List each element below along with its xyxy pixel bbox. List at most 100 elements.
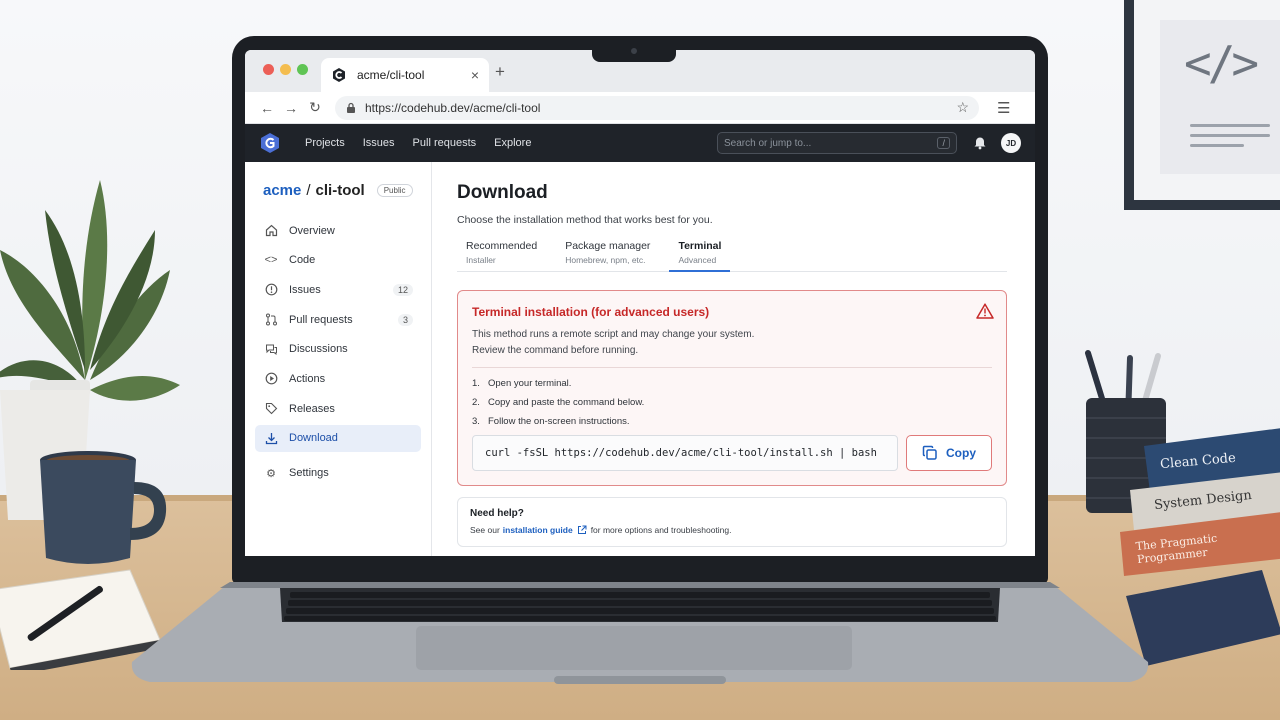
sidebar-item-label: Issues xyxy=(289,283,321,296)
sidebar-item-label: Overview xyxy=(289,224,335,237)
search-shortcut-key: / xyxy=(937,137,950,149)
pull-requests-count-badge: 3 xyxy=(397,313,413,326)
sidebar-item-label: Releases xyxy=(289,402,335,415)
play-icon xyxy=(263,371,279,387)
tab-recommended[interactable]: Recommended Installer xyxy=(457,240,546,271)
sidebar-item-issues[interactable]: Issues 12 xyxy=(255,276,421,303)
codehub-logo-icon[interactable] xyxy=(259,132,281,154)
main-content: Download Choose the installation method … xyxy=(432,162,1035,556)
copy-button-label: Copy xyxy=(946,446,976,460)
tab-package-manager[interactable]: Package manager Homebrew, npm, etc. xyxy=(556,240,659,271)
sidebar-item-settings[interactable]: ⚙ Settings xyxy=(255,460,421,487)
sidebar-item-label: Download xyxy=(289,432,338,445)
repo-separator: / xyxy=(306,182,311,199)
nav-explore[interactable]: Explore xyxy=(494,137,531,149)
coffee-mug xyxy=(40,451,167,564)
browser-menu-icon[interactable]: ☰ xyxy=(997,99,1010,117)
repo-sidebar: acme / cli-tool Public Overview <> Code … xyxy=(245,162,432,556)
frame-code-symbol: </> xyxy=(1184,36,1259,90)
browser-toolbar: ← → ↻ https://codehub.dev/acme/cli-tool … xyxy=(245,92,1035,124)
sidebar-item-pull-requests[interactable]: Pull requests 3 xyxy=(255,306,421,333)
tab-sublabel: Installer xyxy=(466,255,496,265)
help-suffix: for more options and troubleshooting. xyxy=(590,525,732,535)
sidebar-item-label: Discussions xyxy=(289,343,348,356)
download-icon xyxy=(263,430,279,446)
help-card: Need help? See our installation guide fo… xyxy=(457,497,1007,547)
maximize-window-dot[interactable] xyxy=(297,64,308,75)
forward-arrow-icon[interactable]: → xyxy=(279,100,303,116)
sidebar-item-download[interactable]: Download xyxy=(255,424,421,452)
sidebar-item-code[interactable]: <> Code xyxy=(255,247,421,274)
tab-label: Terminal xyxy=(678,240,722,252)
tab-label: Recommended xyxy=(466,240,538,252)
close-tab-icon[interactable]: × xyxy=(471,67,479,83)
sidebar-item-label: Code xyxy=(289,254,316,267)
install-steps: 1. Open your terminal. 2. Copy and paste t… xyxy=(472,378,992,427)
warning-triangle-icon xyxy=(976,303,994,319)
address-bar[interactable]: https://codehub.dev/acme/cli-tool ☆ xyxy=(335,95,979,120)
install-method-tabs: Recommended Installer Package manager Ho… xyxy=(457,240,1007,272)
warning-title: Terminal installation (for advanced user… xyxy=(472,305,710,319)
reload-icon[interactable]: ↻ xyxy=(303,99,327,116)
tag-icon xyxy=(263,401,279,417)
home-icon xyxy=(263,223,279,239)
app-header: Projects Issues Pull requests Explore Se… xyxy=(245,124,1035,162)
tab-sublabel: Homebrew, npm, etc. xyxy=(565,255,646,265)
back-arrow-icon[interactable]: ← xyxy=(255,100,279,116)
laptop-screen: acme/cli-tool × + ← → ↻ https://codehub.… xyxy=(245,50,1035,556)
notification-bell-icon[interactable] xyxy=(973,136,987,150)
nav-pull-requests[interactable]: Pull requests xyxy=(413,137,477,149)
visibility-badge: Public xyxy=(376,184,413,197)
bookmark-star-icon[interactable]: ☆ xyxy=(956,99,969,116)
laptop-keyboard-base xyxy=(131,582,1149,684)
discussion-icon xyxy=(263,341,279,357)
help-text: See our installation guide for more opti… xyxy=(470,525,994,535)
warning-divider xyxy=(472,367,992,368)
tab-terminal[interactable]: Terminal Advanced xyxy=(669,240,731,272)
repo-title: acme / cli-tool Public xyxy=(255,182,421,199)
warning-description-line: Review the command before running. xyxy=(472,345,639,356)
sidebar-item-discussions[interactable]: Discussions xyxy=(255,336,421,363)
page-title: Download xyxy=(457,182,548,203)
lock-icon xyxy=(347,102,355,113)
browser-tab[interactable]: acme/cli-tool × xyxy=(321,58,489,92)
codehub-favicon-icon xyxy=(333,68,345,82)
warning-description-line: This method runs a remote script and may… xyxy=(472,329,755,340)
sidebar-item-releases[interactable]: Releases xyxy=(255,395,421,422)
issue-icon xyxy=(263,282,279,298)
close-window-dot[interactable] xyxy=(263,64,274,75)
code-icon: <> xyxy=(264,254,278,267)
install-command-field[interactable]: curl -fsSL https://codehub.dev/acme/cli-… xyxy=(472,435,898,471)
repo-name-link[interactable]: cli-tool xyxy=(316,182,365,199)
browser-tab-title: acme/cli-tool xyxy=(357,68,425,82)
help-title: Need help? xyxy=(470,508,524,519)
minimize-window-dot[interactable] xyxy=(280,64,291,75)
url-text: https://codehub.dev/acme/cli-tool xyxy=(365,100,541,115)
sidebar-item-actions[interactable]: Actions xyxy=(255,365,421,392)
external-link-icon xyxy=(577,525,587,534)
wall-frame: </> xyxy=(1124,0,1280,210)
search-input[interactable]: Search or jump to... / xyxy=(717,132,957,154)
install-step: 1. Open your terminal. xyxy=(472,378,572,389)
nav-projects[interactable]: Projects xyxy=(305,137,345,149)
gear-icon: ⚙ xyxy=(266,467,276,480)
sidebar-item-label: Settings xyxy=(289,467,329,480)
install-step: 3. Follow the on-screen instructions. xyxy=(472,416,630,427)
user-avatar[interactable]: JD xyxy=(1001,133,1021,153)
new-tab-button[interactable]: + xyxy=(495,62,505,82)
search-placeholder: Search or jump to... xyxy=(724,137,812,149)
sidebar-item-overview[interactable]: Overview xyxy=(255,217,421,244)
pull-request-icon xyxy=(263,312,279,328)
help-prefix: See our xyxy=(470,525,500,535)
copy-icon xyxy=(922,445,937,460)
sidebar-item-label: Actions xyxy=(289,372,326,385)
camera-lens xyxy=(631,48,637,54)
install-step: 2. Copy and paste the command below. xyxy=(472,397,645,408)
repo-owner-link[interactable]: acme xyxy=(263,182,301,199)
tab-sublabel: Advanced xyxy=(678,255,717,265)
nav-issues[interactable]: Issues xyxy=(363,137,395,149)
installation-guide-link[interactable]: installation guide xyxy=(503,525,573,535)
issues-count-badge: 12 xyxy=(392,283,413,296)
copy-command-button[interactable]: Copy xyxy=(906,435,992,471)
sidebar-item-label: Pull requests xyxy=(289,313,353,326)
